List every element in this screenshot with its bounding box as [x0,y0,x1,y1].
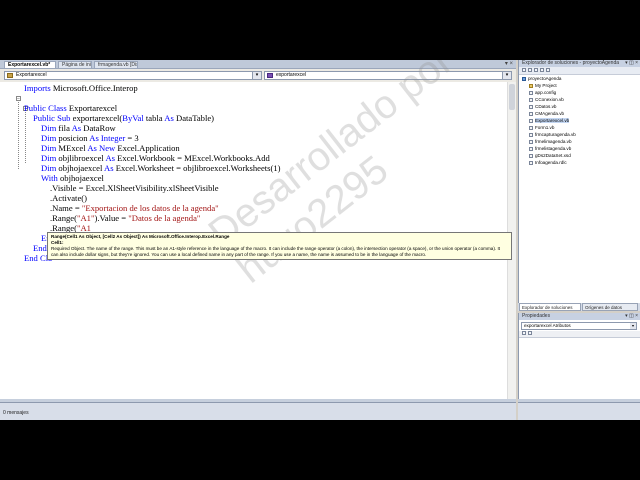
file-icon [529,146,533,151]
file-icon [529,97,533,102]
code-line-3: Public Class Exportarexcel [24,103,118,113]
file-icon [529,160,533,165]
code-line-7: Dim MExcel As New Excel.Application [41,143,180,153]
tree-item-frmelimagenda[interactable]: frmelimagenda.vb [529,139,572,145]
properties-panel: Propiedades ▾ ◫ × exportarexcel Atributo… [518,313,640,402]
method-name-value: exportarexcel [276,72,307,78]
solution-explorer-toolbar [519,67,640,75]
chevron-down-icon[interactable]: ▾ [502,72,511,79]
scrollbar-thumb[interactable] [509,84,515,110]
code-line-1: Imports Microsoft.Office.Interop [24,83,138,93]
code-line-12: .Activate() [50,193,87,203]
fold-guide [25,110,26,163]
tree-item-exportarexcel[interactable]: Exportarexcel.vb [529,118,570,124]
alphabetical-icon[interactable] [528,331,532,335]
code-line-14: .Range("A1").Value = "Datos de la agenda… [50,213,201,223]
code-line-9: Dim objhojaexcel As Excel.Worksheet = ob… [41,163,281,173]
properties-toolbar [519,331,640,338]
tree-item-frmcapturagenda[interactable]: frmcapturagenda.vb [529,132,576,138]
tree-item-form1[interactable]: Form1.vb [529,125,554,131]
intellisense-tooltip: Range(Cell1 As Object, [Cell2 As Object]… [47,232,512,260]
vs-ide-window: Exportarexcel.vb* Página de inicio frmag… [0,60,640,420]
view-code-icon[interactable] [540,68,544,72]
file-icon [529,139,533,144]
tree-item-cmagenda[interactable]: CMAgenda.vb [529,111,564,117]
file-icon [529,132,533,137]
folder-icon [529,83,533,88]
editor-margin [0,82,18,399]
file-icon [529,104,533,109]
tree-item-frmelistagenda[interactable]: frmelistagenda.vb [529,146,571,152]
properties-icon[interactable] [522,68,526,72]
method-icon [267,73,273,78]
file-icon [529,153,533,158]
fold-guide [18,100,19,169]
tooltip-description: Required Object. The name of the range. … [51,246,500,257]
solution-explorer-panel: Explorador de soluciones - proyectoAgend… [518,60,640,310]
chevron-down-icon[interactable]: ▾ [252,72,261,79]
file-icon [529,118,533,123]
tree-item-project[interactable]: proyectoAgenda [522,76,561,82]
code-line-6: Dim posicion As Integer = 3 [41,133,139,143]
tree-item-infoagenda[interactable]: Infoagenda.rdlc [529,160,567,166]
class-name-value: Exportarexcel [16,72,47,78]
panel-buttons[interactable]: ▾ ◫ × [625,60,638,67]
class-icon [7,73,13,78]
tab-start-page[interactable]: Página de inicio [58,61,92,68]
tab-solution-explorer[interactable]: Explorador de soluciones [519,303,581,311]
solution-explorer-title-text: Explorador de soluciones - proyectoAgend… [522,60,620,66]
class-name-combo[interactable]: Exportarexcel ▾ [4,71,262,80]
properties-object-value: exportarexcel Atributos [524,323,571,328]
solution-explorer-tabs: Explorador de soluciones Orígenes de dat… [518,303,640,311]
solution-explorer-title: Explorador de soluciones - proyectoAgend… [519,60,640,67]
file-icon [529,125,533,130]
collapse-icon[interactable]: − [16,96,21,102]
chevron-down-icon[interactable]: ▾ [630,323,636,329]
tree-item-app-config[interactable]: app.config [529,90,556,96]
code-line-13: .Name = "Exportacion de los datos de la … [50,203,219,213]
tab-data-sources[interactable]: Orígenes de datos [582,303,638,311]
tree-item-my-project[interactable]: My Project [529,83,557,89]
tree-item-cconexion[interactable]: CConexion.vb [529,97,564,103]
code-line-17: End [33,243,47,253]
tree-item-cdatos[interactable]: CDatos.vb [529,104,556,110]
project-icon [522,76,526,81]
error-list-panel: 0 mensajes [0,402,516,420]
file-icon [529,111,533,116]
properties-title: Propiedades ▾ ◫ × [519,313,640,320]
code-line-5: Dim fila As DataRow [41,123,116,133]
close-tab-icon[interactable]: ▾ × [505,60,513,68]
file-icon [529,90,533,95]
properties-object-combo[interactable]: exportarexcel Atributos ▾ [521,322,637,330]
panel-buttons[interactable]: ▾ ◫ × [625,313,638,320]
properties-bottom-panel [518,402,640,420]
tab-frmagenda-design[interactable]: frmagenda.vb [Diseño]* [94,61,138,68]
code-line-10: With objhojaexcel [41,173,104,183]
show-all-files-icon[interactable] [528,68,532,72]
view-designer-icon[interactable] [546,68,550,72]
code-line-11: .Visible = Excel.XlSheetVisibility.xlShe… [50,183,219,193]
code-line-8: Dim objlibroexcel As Excel.Workbook = ME… [41,153,270,163]
messages-count[interactable]: 0 mensajes [3,410,29,416]
tree-item-dataset[interactable]: gDs2DataSet.xsd [529,153,571,159]
code-line-4: Public Sub exportarexcel(ByVal tabla As … [33,113,215,123]
refresh-icon[interactable] [534,68,538,72]
tab-exportarexcel[interactable]: Exportarexcel.vb* [4,61,56,68]
properties-title-text: Propiedades [522,313,551,319]
categorized-icon[interactable] [522,331,526,335]
